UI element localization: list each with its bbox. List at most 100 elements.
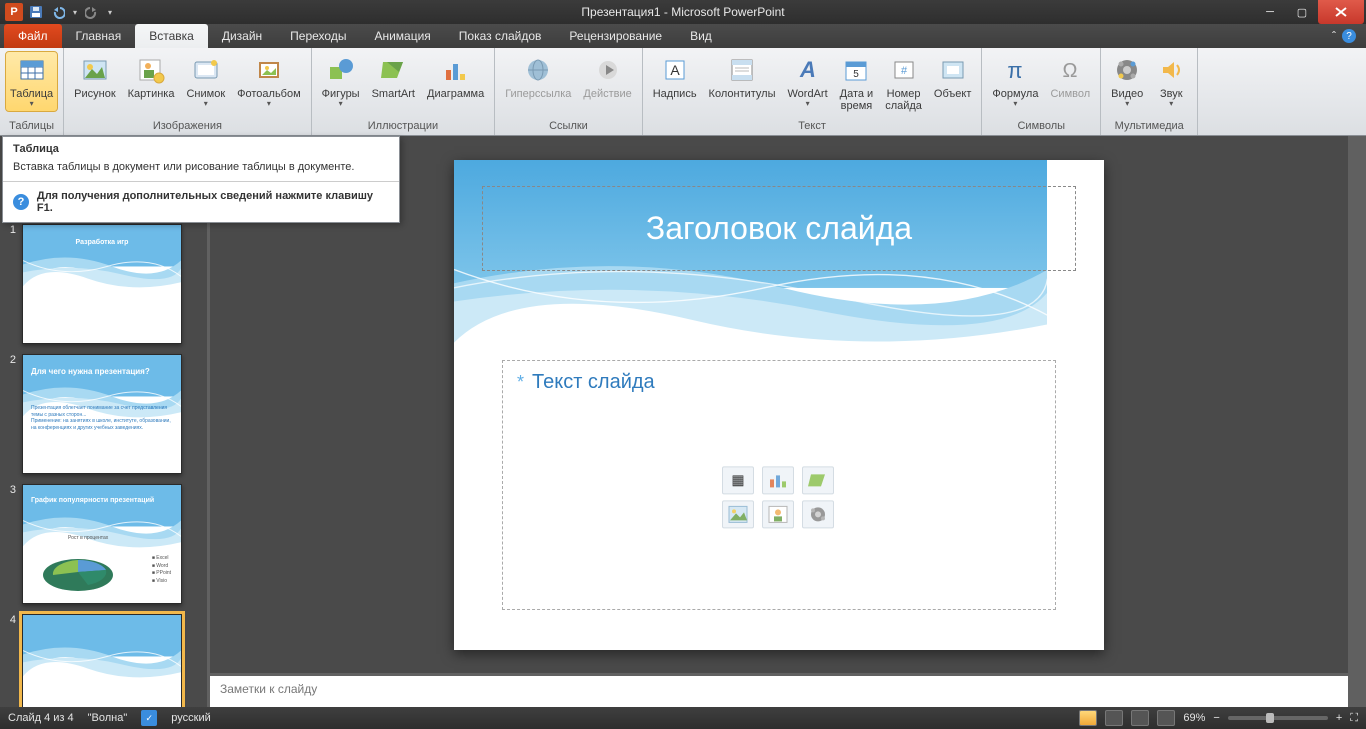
qat-customize[interactable]: ▾ xyxy=(104,2,116,22)
slidenum-icon: # xyxy=(888,54,920,86)
button-label: Диаграмма xyxy=(427,88,484,100)
help-icon: ? xyxy=(13,194,29,210)
spellcheck-icon[interactable]: ✓ xyxy=(141,710,157,726)
status-bar: Слайд 4 из 4 "Волна" ✓ русский 69% − + ⛶ xyxy=(0,707,1366,729)
insert-media-icon[interactable] xyxy=(802,500,834,528)
notes-pane[interactable]: Заметки к слайду xyxy=(210,673,1348,707)
language[interactable]: русский xyxy=(171,712,210,724)
thumbnail-number: 2 xyxy=(6,354,16,474)
insert-table-icon[interactable]: ▦ xyxy=(722,466,754,494)
zoom-slider[interactable] xyxy=(1228,716,1328,720)
thumbnail-1[interactable]: 1Разработка игр xyxy=(6,224,193,344)
tab-показ слайдов[interactable]: Показ слайдов xyxy=(445,24,556,48)
tab-анимация[interactable]: Анимация xyxy=(360,24,444,48)
ribbon-help: ˆ ? xyxy=(1332,24,1366,48)
tab-вставка[interactable]: Вставка xyxy=(135,24,208,48)
insert-smartart-icon[interactable] xyxy=(802,466,834,494)
symbol-icon: Ω xyxy=(1054,54,1086,86)
tooltip-title: Таблица xyxy=(3,137,399,157)
svg-text:5: 5 xyxy=(854,69,860,80)
equation-icon: π xyxy=(999,54,1031,86)
headerfooter-icon xyxy=(726,54,758,86)
video-button[interactable]: Видео▾ xyxy=(1107,52,1147,111)
close-button[interactable] xyxy=(1318,0,1364,24)
redo-button[interactable] xyxy=(82,2,102,22)
thumbnail-3[interactable]: 3График популярности презентаций■ Excel■… xyxy=(6,484,193,604)
button-label: Объект xyxy=(934,88,971,100)
zoom-in-button[interactable]: + xyxy=(1336,712,1342,724)
tab-рецензирование[interactable]: Рецензирование xyxy=(555,24,676,48)
button-label: Колонтитулы xyxy=(709,88,776,100)
shapes-button[interactable]: Фигуры▾ xyxy=(318,52,364,111)
svg-text:A: A xyxy=(670,62,680,78)
smartart-icon xyxy=(377,54,409,86)
tab-вид[interactable]: Вид xyxy=(676,24,726,48)
maximize-button[interactable]: ▢ xyxy=(1286,0,1318,24)
object-button[interactable]: Объект xyxy=(930,52,975,102)
datetime-icon: 5 xyxy=(840,54,872,86)
undo-button[interactable] xyxy=(48,2,68,22)
table-button[interactable]: Таблица▾ xyxy=(6,52,57,111)
thumbnail-slide[interactable]: График популярности презентаций■ Excel■ … xyxy=(22,484,182,604)
minimize-button[interactable]: ─ xyxy=(1254,0,1286,24)
vertical-scrollbar[interactable] xyxy=(1348,136,1366,707)
button-label: SmartArt xyxy=(372,88,415,100)
content-placeholder[interactable]: Текст слайда ▦ xyxy=(502,360,1056,610)
photoalbum-button[interactable]: Фотоальбом▾ xyxy=(233,52,305,111)
symbol-button: ΩСимвол xyxy=(1046,52,1094,102)
reading-view-button[interactable] xyxy=(1131,710,1149,726)
picture-button[interactable]: Рисунок xyxy=(70,52,120,102)
group-illustrations: Фигуры▾SmartArtДиаграммаИллюстрации xyxy=(312,48,496,135)
normal-view-button[interactable] xyxy=(1079,710,1097,726)
fit-window-button[interactable]: ⛶ xyxy=(1350,712,1358,725)
screenshot-button[interactable]: Снимок▾ xyxy=(182,52,229,111)
window-controls: ─ ▢ xyxy=(1254,0,1366,24)
help-icon[interactable]: ? xyxy=(1342,29,1356,43)
slide[interactable]: Заголовок слайда Текст слайда ▦ xyxy=(454,160,1104,650)
undo-dropdown[interactable]: ▾ xyxy=(70,2,80,22)
action-button: Действие xyxy=(579,52,635,102)
save-button[interactable] xyxy=(26,2,46,22)
tab-переходы[interactable]: Переходы xyxy=(276,24,360,48)
equation-button[interactable]: πФормула▾ xyxy=(988,52,1042,111)
headerfooter-button[interactable]: Колонтитулы xyxy=(705,52,780,102)
sorter-view-button[interactable] xyxy=(1105,710,1123,726)
zoom-level[interactable]: 69% xyxy=(1183,712,1205,724)
datetime-button[interactable]: 5Дата и время xyxy=(836,52,878,114)
tab-дизайн[interactable]: Дизайн xyxy=(208,24,276,48)
minimize-ribbon-icon[interactable]: ˆ xyxy=(1332,29,1336,43)
textbox-button[interactable]: AНадпись xyxy=(649,52,701,102)
thumbnail-slide[interactable] xyxy=(22,614,182,707)
group-label: Мультимедиа xyxy=(1107,118,1191,135)
thumbnail-slide[interactable]: Для чего нужна презентация?Презентация о… xyxy=(22,354,182,474)
insert-clipart-icon[interactable] xyxy=(762,500,794,528)
audio-button[interactable]: Звук▾ xyxy=(1151,52,1191,111)
group-label: Текст xyxy=(649,118,976,135)
insert-picture-icon[interactable] xyxy=(722,500,754,528)
title-placeholder[interactable]: Заголовок слайда xyxy=(482,186,1076,271)
button-label: Номер слайда xyxy=(885,88,922,112)
insert-chart-icon[interactable] xyxy=(762,466,794,494)
slidenum-button[interactable]: #Номер слайда xyxy=(881,52,926,114)
quick-access-toolbar: P ▾ ▾ xyxy=(0,2,116,22)
app-icon[interactable]: P xyxy=(4,2,24,22)
slideshow-view-button[interactable] xyxy=(1157,710,1175,726)
thumbnail-slide[interactable]: Разработка игр xyxy=(22,224,182,344)
thumbnail-number: 1 xyxy=(6,224,16,344)
action-icon xyxy=(592,54,624,86)
file-tab[interactable]: Файл xyxy=(4,24,62,48)
group-label: Изображения xyxy=(70,118,305,135)
group-symbols: πФормула▾ΩСимволСимволы xyxy=(982,48,1101,135)
content-text: Текст слайда xyxy=(517,371,1041,394)
thumbnail-4[interactable]: 4 xyxy=(6,614,193,707)
tab-главная[interactable]: Главная xyxy=(62,24,136,48)
wordart-button[interactable]: AWordArt▾ xyxy=(784,52,832,111)
chart-button[interactable]: Диаграмма xyxy=(423,52,488,102)
clipart-button[interactable]: Картинка xyxy=(124,52,179,102)
smartart-button[interactable]: SmartArt xyxy=(368,52,419,102)
button-label: Рисунок xyxy=(74,88,116,100)
shapes-icon xyxy=(325,54,357,86)
svg-text:A: A xyxy=(799,57,816,82)
thumbnail-2[interactable]: 2Для чего нужна презентация?Презентация … xyxy=(6,354,193,474)
zoom-out-button[interactable]: − xyxy=(1213,712,1219,724)
